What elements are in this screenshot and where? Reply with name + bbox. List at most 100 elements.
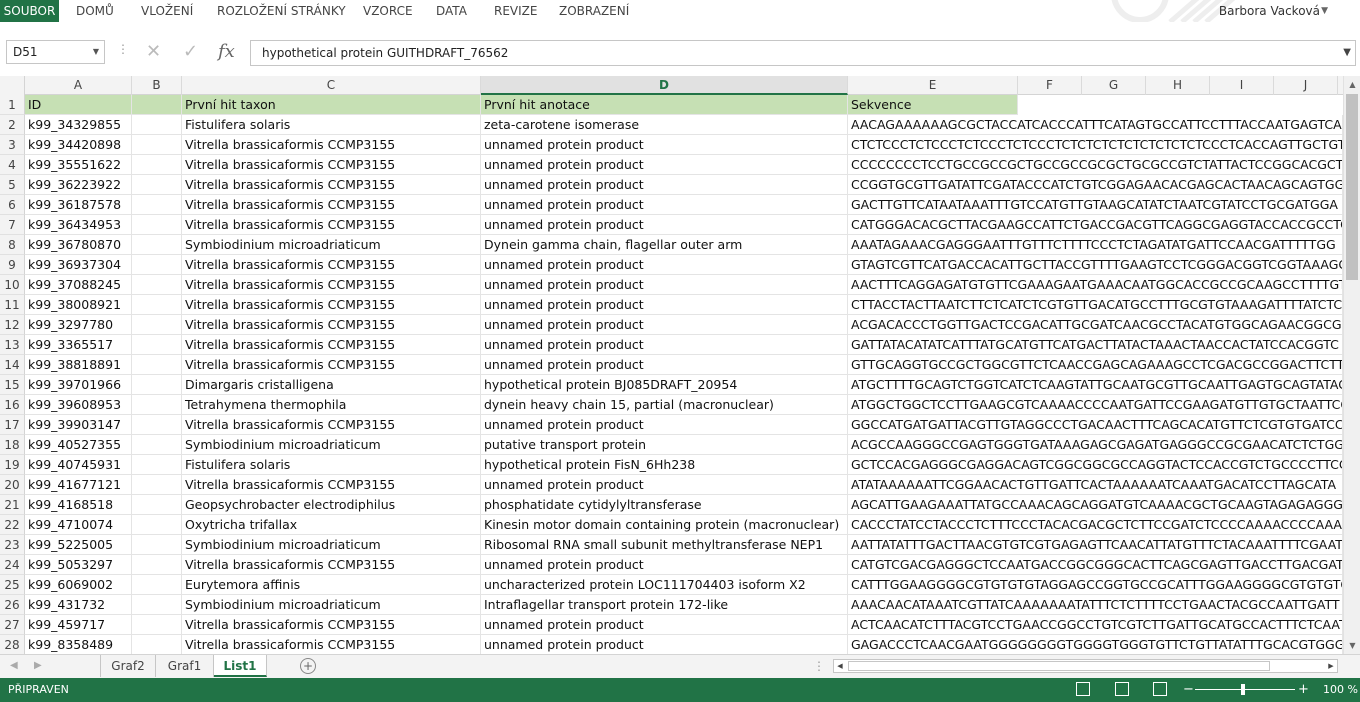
cell-c[interactable]: Vitrella brassicaformis CCMP3155 — [182, 255, 481, 275]
cell-e[interactable]: CCCCCCCCTCCTGCCGCCGCTGCCGCCGCGCTGCGCCGTC… — [848, 155, 1343, 175]
cell-b[interactable] — [132, 155, 182, 175]
horizontal-scrollbar[interactable]: ◀ ▶ — [833, 659, 1338, 673]
tab-zobrazeni[interactable]: ZOBRAZENÍ — [559, 0, 629, 22]
cell-c[interactable]: Vitrella brassicaformis CCMP3155 — [182, 415, 481, 435]
cell-e[interactable]: GGCCATGATGATTACGTTGTAGGCCCTGACAACTTTCAGC… — [848, 415, 1343, 435]
cancel-icon[interactable]: ✕ — [146, 40, 161, 64]
cell-e[interactable]: ACGCCAAGGGCCGAGTGGGTGATAAAGAGCGAGATGAGGG… — [848, 435, 1343, 455]
cell-c[interactable]: Vitrella brassicaformis CCMP3155 — [182, 195, 481, 215]
cell-e[interactable]: ATATAAAAAATTCGGAACACTGTTGATTCACTAAAAAATC… — [848, 475, 1343, 495]
cell-d[interactable]: unnamed protein product — [481, 555, 848, 575]
cell-b[interactable] — [132, 195, 182, 215]
row-header[interactable]: 22 — [0, 515, 25, 535]
cell-c[interactable]: Symbiodinium microadriaticum — [182, 535, 481, 555]
tab-vlozeni[interactable]: VLOŽENÍ — [141, 0, 193, 22]
row-header[interactable]: 7 — [0, 215, 25, 235]
cell-e[interactable]: CCGGTGCGTTGATATTCGATACCCATCTGTCGGAGAACAC… — [848, 175, 1343, 195]
cell-c[interactable]: Vitrella brassicaformis CCMP3155 — [182, 155, 481, 175]
cell-a[interactable]: k99_36937304 — [25, 255, 132, 275]
row-header[interactable]: 5 — [0, 175, 25, 195]
cell-c[interactable]: Vitrella brassicaformis CCMP3155 — [182, 615, 481, 635]
cell-d[interactable]: unnamed protein product — [481, 615, 848, 635]
cell-d[interactable]: unnamed protein product — [481, 255, 848, 275]
cell-a[interactable]: k99_3297780 — [25, 315, 132, 335]
cell-b[interactable] — [132, 495, 182, 515]
row-header[interactable]: 20 — [0, 475, 25, 495]
cell-a[interactable]: k99_36434953 — [25, 215, 132, 235]
scroll-left-icon[interactable]: ◀ — [834, 660, 846, 672]
cell-a[interactable]: k99_431732 — [25, 595, 132, 615]
cell-b1[interactable] — [132, 95, 182, 115]
cell-e[interactable]: AAACAACATAAATCGTTATCAAAAAAATATTTCTCTTTTC… — [848, 595, 1343, 615]
confirm-icon[interactable]: ✓ — [183, 40, 198, 64]
cell-a[interactable]: k99_39903147 — [25, 415, 132, 435]
cell-e[interactable]: GAGACCCTCAACGAATGGGGGGGGTGGGGTGGGTGTTCTG… — [848, 635, 1343, 655]
cell-c[interactable]: Vitrella brassicaformis CCMP3155 — [182, 555, 481, 575]
row-header[interactable]: 13 — [0, 335, 25, 355]
row-header[interactable]: 28 — [0, 635, 25, 655]
page-layout-icon[interactable] — [1115, 682, 1129, 696]
cell-d[interactable]: Intraflagellar transport protein 172-lik… — [481, 595, 848, 615]
cell-a[interactable]: k99_35551622 — [25, 155, 132, 175]
cell-e[interactable]: GTTGCAGGTGCCGCTGGCGTTCTCAACCGAGCAGAAAGCC… — [848, 355, 1343, 375]
row-header[interactable]: 1 — [0, 95, 25, 115]
cell-c[interactable]: Oxytricha trifallax — [182, 515, 481, 535]
tab-rozlozeni-stranky[interactable]: ROZLOŽENÍ STRÁNKY — [217, 0, 346, 22]
cell-a[interactable]: k99_5225005 — [25, 535, 132, 555]
cell-b[interactable] — [132, 595, 182, 615]
cell-a[interactable]: k99_5053297 — [25, 555, 132, 575]
cell-e1[interactable]: Sekvence — [848, 95, 1018, 115]
next-sheet-icon[interactable]: ▶ — [34, 655, 42, 677]
cell-a[interactable]: k99_36223922 — [25, 175, 132, 195]
cell-b[interactable] — [132, 215, 182, 235]
column-header-b[interactable]: B — [132, 76, 182, 95]
spreadsheet-grid[interactable]: A B C D E F G H I J 1 ID První hit taxon… — [0, 76, 1343, 656]
cell-c[interactable]: Tetrahymena thermophila — [182, 395, 481, 415]
cell-b[interactable] — [132, 475, 182, 495]
scroll-thumb[interactable] — [1346, 94, 1358, 280]
cell-c[interactable]: Eurytemora affinis — [182, 575, 481, 595]
cell-a[interactable]: k99_8358489 — [25, 635, 132, 655]
cell-d[interactable]: Dynein gamma chain, flagellar outer arm — [481, 235, 848, 255]
cell-d[interactable]: unnamed protein product — [481, 635, 848, 655]
formula-input[interactable]: hypothetical protein GUITHDRAFT_76562 ▼ — [250, 40, 1356, 66]
cell-c[interactable]: Symbiodinium microadriaticum — [182, 435, 481, 455]
row-header[interactable]: 15 — [0, 375, 25, 395]
prev-sheet-icon[interactable]: ◀ — [10, 655, 18, 677]
cell-b[interactable] — [132, 135, 182, 155]
cell-b[interactable] — [132, 515, 182, 535]
cell-e[interactable]: GACTTGTTCATAATAAATTTGTCCATGTTGTAAGCATATC… — [848, 195, 1343, 215]
cell-d[interactable]: unnamed protein product — [481, 335, 848, 355]
cell-d[interactable]: unnamed protein product — [481, 275, 848, 295]
cell-e[interactable]: ACTCAACATCTTTACGTCCTGAACCGGCCTGTCGTCTTGA… — [848, 615, 1343, 635]
cell-b[interactable] — [132, 395, 182, 415]
cell-e[interactable]: ATGCTTTTGCAGTCTGGTCATCTCAAGTATTGCAATGCGT… — [848, 375, 1343, 395]
cell-c[interactable]: Vitrella brassicaformis CCMP3155 — [182, 355, 481, 375]
column-header-f[interactable]: F — [1018, 76, 1082, 95]
cell-b[interactable] — [132, 415, 182, 435]
cell-b[interactable] — [132, 275, 182, 295]
vertical-scrollbar[interactable]: ▲ ▼ — [1343, 76, 1360, 654]
cell-c[interactable]: Vitrella brassicaformis CCMP3155 — [182, 135, 481, 155]
chevron-down-icon[interactable]: ▼ — [93, 41, 99, 63]
cell-d[interactable]: hypothetical protein BJ085DRAFT_20954 — [481, 375, 848, 395]
cell-e[interactable]: AATTATATTTGACTTAACGTGTCGTGAGAGTTCAACATTA… — [848, 535, 1343, 555]
cell-b[interactable] — [132, 375, 182, 395]
cell-e[interactable]: AACTTTCAGGAGATGTGTTCGAAAGAATGAAACAATGGCA… — [848, 275, 1343, 295]
cell-d[interactable]: unnamed protein product — [481, 415, 848, 435]
column-header-d[interactable]: D — [481, 76, 848, 95]
cell-b[interactable] — [132, 455, 182, 475]
cell-e[interactable]: AACAGAAAAAAGCGCTACCATCACCCATTTCATAGTGCCA… — [848, 115, 1343, 135]
cell-d[interactable]: dynein heavy chain 15, partial (macronuc… — [481, 395, 848, 415]
cell-a[interactable]: k99_34420898 — [25, 135, 132, 155]
column-header-a[interactable]: A — [25, 76, 132, 95]
cell-d[interactable]: unnamed protein product — [481, 175, 848, 195]
cell-c[interactable]: Dimargaris cristalligena — [182, 375, 481, 395]
cell-c[interactable]: Vitrella brassicaformis CCMP3155 — [182, 295, 481, 315]
cell-a[interactable]: k99_36780870 — [25, 235, 132, 255]
cell-a[interactable]: k99_40527355 — [25, 435, 132, 455]
cell-d1[interactable]: První hit anotace — [481, 95, 848, 115]
cell-e[interactable]: GATTATACATATCATTTATGCATGTTCATGACTTATACTA… — [848, 335, 1343, 355]
cell-d[interactable]: unnamed protein product — [481, 215, 848, 235]
column-header-j[interactable]: J — [1274, 76, 1338, 95]
